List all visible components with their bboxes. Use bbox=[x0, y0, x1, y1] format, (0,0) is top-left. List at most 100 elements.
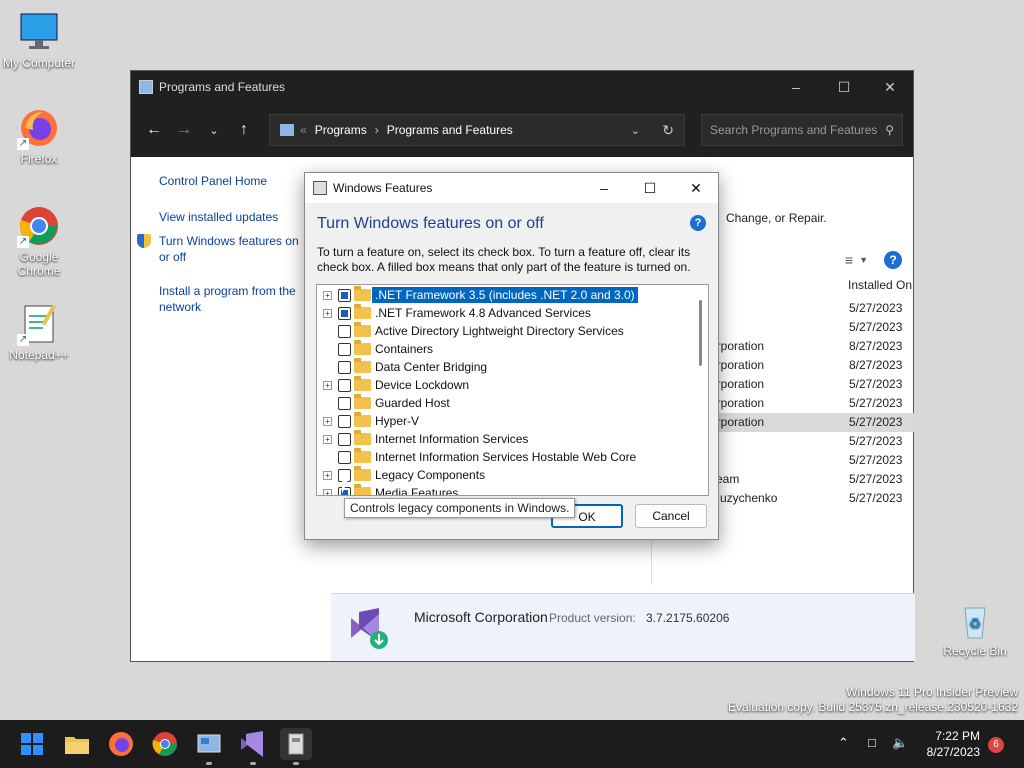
feature-item[interactable]: + Hyper-V bbox=[317, 412, 697, 430]
details-publisher: Microsoft Corporation bbox=[414, 609, 548, 625]
desktop-icon-my-computer[interactable]: My Computer bbox=[0, 10, 78, 70]
back-arrow-icon[interactable]: ← bbox=[139, 121, 169, 139]
expand-icon[interactable]: + bbox=[323, 470, 332, 480]
feature-label: Device Lockdown bbox=[375, 378, 470, 392]
address-dropdown-icon[interactable]: ⌄ bbox=[631, 124, 640, 137]
chevron-up-icon[interactable]: ⌃ bbox=[838, 735, 849, 751]
breadcrumb-programs[interactable]: Programs bbox=[315, 123, 367, 137]
folder-icon bbox=[354, 304, 371, 319]
feature-item[interactable]: + Device Lockdown bbox=[317, 376, 697, 394]
view-options-icon[interactable]: ≡ bbox=[845, 252, 853, 268]
feature-item[interactable]: Guarded Host bbox=[317, 394, 697, 412]
network-icon[interactable]: □ bbox=[868, 735, 876, 750]
feature-checkbox[interactable] bbox=[338, 396, 351, 410]
tree-scrollbar[interactable] bbox=[699, 300, 702, 366]
visual-studio-installer-taskbar-icon[interactable] bbox=[237, 728, 269, 765]
monitor-icon bbox=[17, 10, 61, 54]
watermark-line2: Evaluation copy. Build 25375.zn_release.… bbox=[728, 700, 1018, 714]
system-clock[interactable]: 7:22 PM 8/27/2023 bbox=[927, 728, 980, 760]
expand-icon[interactable]: + bbox=[323, 380, 332, 390]
folder-icon bbox=[354, 394, 371, 409]
date-cell: 5/27/2023 bbox=[849, 396, 903, 410]
refresh-icon[interactable]: ↻ bbox=[662, 122, 674, 139]
firefox-taskbar-icon[interactable] bbox=[105, 728, 137, 760]
feature-item[interactable]: Active Directory Lightweight Directory S… bbox=[317, 322, 697, 340]
folder-icon bbox=[354, 412, 371, 427]
windows-features-icon bbox=[313, 181, 327, 195]
expand-icon[interactable]: + bbox=[323, 308, 332, 318]
feature-item[interactable]: + Internet Information Services bbox=[317, 430, 697, 448]
minimize-button[interactable]: – bbox=[773, 71, 819, 103]
desktop-icon-label: Recycle Bin bbox=[943, 644, 1007, 658]
recent-dropdown-icon[interactable]: ⌄ bbox=[199, 124, 229, 137]
product-version-value: 3.7.2175.60206 bbox=[646, 611, 730, 625]
breadcrumb-programs-and-features[interactable]: Programs and Features bbox=[387, 123, 513, 137]
feature-item[interactable]: + Media Features bbox=[317, 484, 697, 495]
desktop-icon-label: Google Chrome bbox=[17, 250, 61, 278]
desktop-icon-recycle-bin[interactable]: ♻ Recycle Bin bbox=[936, 598, 1014, 658]
cancel-button[interactable]: Cancel bbox=[635, 504, 707, 528]
up-arrow-icon[interactable]: ↑ bbox=[229, 121, 259, 139]
desktop-icon-notepadpp[interactable]: ↗ Notepad++ bbox=[0, 302, 78, 362]
feature-checkbox[interactable] bbox=[338, 324, 351, 338]
expand-icon[interactable]: + bbox=[323, 488, 332, 495]
maximize-button[interactable]: ☐ bbox=[821, 71, 867, 103]
volume-icon[interactable]: 🔈 bbox=[892, 735, 908, 751]
feature-checkbox[interactable] bbox=[338, 450, 351, 464]
desktop-icon-chrome[interactable]: ↗ Google Chrome bbox=[0, 204, 78, 278]
help-icon[interactable]: ? bbox=[884, 251, 902, 269]
date-cell: 5/27/2023 bbox=[849, 415, 903, 429]
task-pane: Control Panel Home View installed update… bbox=[131, 157, 331, 661]
close-button[interactable]: ✕ bbox=[673, 173, 719, 203]
install-from-network-link[interactable]: Install a program from the network bbox=[159, 283, 309, 315]
folder-icon bbox=[354, 286, 371, 301]
feature-checkbox[interactable] bbox=[338, 414, 351, 428]
clock-date: 8/27/2023 bbox=[926, 745, 980, 759]
expand-icon[interactable]: + bbox=[323, 434, 332, 444]
forward-arrow-icon[interactable]: → bbox=[169, 121, 199, 139]
feature-checkbox[interactable] bbox=[338, 342, 351, 356]
feature-item[interactable]: Data Center Bridging bbox=[317, 358, 697, 376]
window-titlebar: Programs and Features – ☐ ✕ bbox=[131, 71, 913, 103]
svg-text:♻: ♻ bbox=[969, 616, 982, 632]
desktop-icon-firefox[interactable]: ↗ Firefox bbox=[0, 106, 78, 166]
maximize-button[interactable]: ☐ bbox=[627, 173, 673, 203]
turn-windows-features-label: Turn Windows features on or off bbox=[159, 234, 299, 264]
start-button[interactable] bbox=[16, 728, 48, 760]
clock-time: 7:22 PM bbox=[935, 729, 980, 743]
windows-features-taskbar-icon[interactable] bbox=[280, 728, 312, 765]
breadcrumb-overflow-icon[interactable]: « bbox=[300, 123, 307, 137]
mouse-cursor-icon bbox=[342, 480, 348, 494]
control-panel-taskbar-icon[interactable] bbox=[193, 728, 225, 765]
date-cell: 5/27/2023 bbox=[849, 320, 903, 334]
address-bar[interactable]: « Programs › Programs and Features ⌄ ↻ bbox=[269, 114, 685, 146]
feature-item[interactable]: + Legacy Components bbox=[317, 466, 697, 484]
feature-item[interactable]: Internet Information Services Hostable W… bbox=[317, 448, 697, 466]
minimize-button[interactable]: – bbox=[581, 173, 627, 203]
notification-badge[interactable]: 6 bbox=[988, 737, 1004, 753]
feature-checkbox[interactable] bbox=[338, 306, 351, 320]
search-box[interactable]: Search Programs and Features ⚲ bbox=[701, 114, 903, 146]
folder-icon bbox=[354, 340, 371, 355]
feature-item[interactable]: + .NET Framework 4.8 Advanced Services bbox=[317, 304, 697, 322]
search-input[interactable]: Search Programs and Features bbox=[710, 123, 877, 137]
feature-item[interactable]: + .NET Framework 3.5 (includes .NET 2.0 … bbox=[317, 286, 697, 304]
control-panel-icon bbox=[139, 80, 153, 94]
expand-icon[interactable]: + bbox=[323, 290, 332, 300]
dialog-description: To turn a feature on, select its check b… bbox=[317, 245, 691, 274]
expand-icon[interactable]: + bbox=[323, 416, 332, 426]
view-dropdown-icon[interactable]: ▼ bbox=[859, 255, 868, 265]
date-cell: 5/27/2023 bbox=[849, 453, 903, 467]
features-tree: + .NET Framework 3.5 (includes .NET 2.0 … bbox=[316, 284, 709, 496]
chrome-taskbar-icon[interactable] bbox=[149, 728, 181, 760]
feature-checkbox[interactable] bbox=[338, 378, 351, 392]
file-explorer-icon[interactable] bbox=[61, 728, 93, 760]
feature-checkbox[interactable] bbox=[338, 360, 351, 374]
control-panel-icon bbox=[280, 124, 294, 136]
feature-checkbox[interactable] bbox=[338, 432, 351, 446]
close-button[interactable]: ✕ bbox=[867, 71, 913, 103]
feature-checkbox[interactable] bbox=[338, 288, 351, 302]
turn-windows-features-link[interactable]: Turn Windows features on or off bbox=[137, 233, 301, 265]
help-icon[interactable]: ? bbox=[690, 215, 706, 231]
feature-item[interactable]: Containers bbox=[317, 340, 697, 358]
